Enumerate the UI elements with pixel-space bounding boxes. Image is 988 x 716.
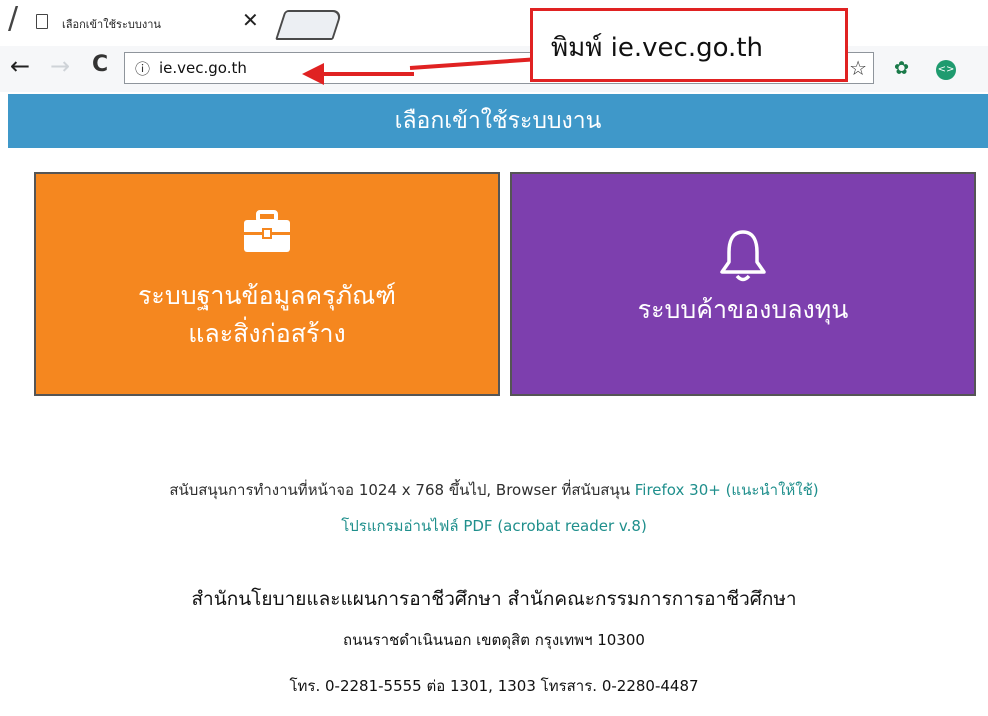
support-requirements: สนับสนุนการทำงานที่หน้าจอ 1024 x 768 ขึ้… bbox=[169, 481, 635, 499]
reload-icon[interactable]: C bbox=[92, 52, 108, 77]
firefox-link[interactable]: Firefox 30+ (แนะนำให้ใช้) bbox=[635, 481, 819, 499]
annotation-box: พิมพ์ ie.vec.go.th bbox=[530, 8, 848, 82]
annotation-arrow-shaft bbox=[322, 72, 414, 76]
back-arrow-icon[interactable]: ← bbox=[10, 52, 30, 80]
annotation-arrow-head bbox=[302, 63, 324, 85]
tab-title: เลือกเข้าใช้ระบบงาน bbox=[62, 18, 161, 31]
bookmark-star-icon[interactable]: ☆ bbox=[849, 56, 867, 80]
info-icon[interactable]: ⓘ bbox=[135, 58, 150, 79]
extension-leaf-icon[interactable]: ✿ bbox=[894, 58, 909, 79]
bell-icon bbox=[720, 230, 766, 282]
tile-investment-label: ระบบค้าของบลงทุน bbox=[637, 295, 849, 324]
url-text[interactable]: ie.vec.go.th bbox=[159, 59, 247, 77]
briefcase-icon bbox=[244, 210, 290, 252]
support-info-line1: สนับสนุนการทำงานที่หน้าจอ 1024 x 768 ขึ้… bbox=[0, 478, 988, 502]
extension-code-icon[interactable]: <> bbox=[936, 60, 956, 80]
tab-edge: / bbox=[8, 1, 19, 36]
office-name: สำนักนโยบายและแผนการอาชีวศึกษา สำนักคณะก… bbox=[191, 588, 797, 610]
tile-asset-label-line1: ระบบฐานข้อมูลครุภัณฑ์ bbox=[138, 281, 396, 310]
close-tab-icon[interactable]: ✕ bbox=[242, 8, 259, 32]
tile-asset-label-line2: และสิ่งก่อสร้าง bbox=[188, 319, 346, 348]
pdf-reader-link[interactable]: โปรแกรมอ่านไฟล์ PDF (acrobat reader v.8) bbox=[341, 517, 647, 535]
page-icon bbox=[36, 14, 48, 29]
forward-arrow-icon[interactable]: → bbox=[50, 52, 70, 80]
new-tab-button[interactable] bbox=[275, 10, 343, 40]
page-title: เลือกเข้าใช้ระบบงาน bbox=[8, 94, 988, 148]
office-phone: โทร. 0-2281-5555 ต่อ 1301, 1303 โทรสาร. … bbox=[289, 677, 699, 695]
tile-investment[interactable]: ระบบค้าของบลงทุน bbox=[510, 172, 976, 396]
tile-asset-database[interactable]: ระบบฐานข้อมูลครุภัณฑ์ และสิ่งก่อสร้าง bbox=[34, 172, 500, 396]
annotation-text: พิมพ์ ie.vec.go.th bbox=[551, 33, 763, 63]
tab-active[interactable]: เลือกเข้าใช้ระบบงาน ✕ bbox=[26, 6, 270, 44]
support-info-line2: โปรแกรมอ่านไฟล์ PDF (acrobat reader v.8) bbox=[0, 514, 988, 538]
office-address: ถนนราชดำเนินนอก เขตดุสิต กรุงเทพฯ 10300 bbox=[343, 631, 645, 649]
